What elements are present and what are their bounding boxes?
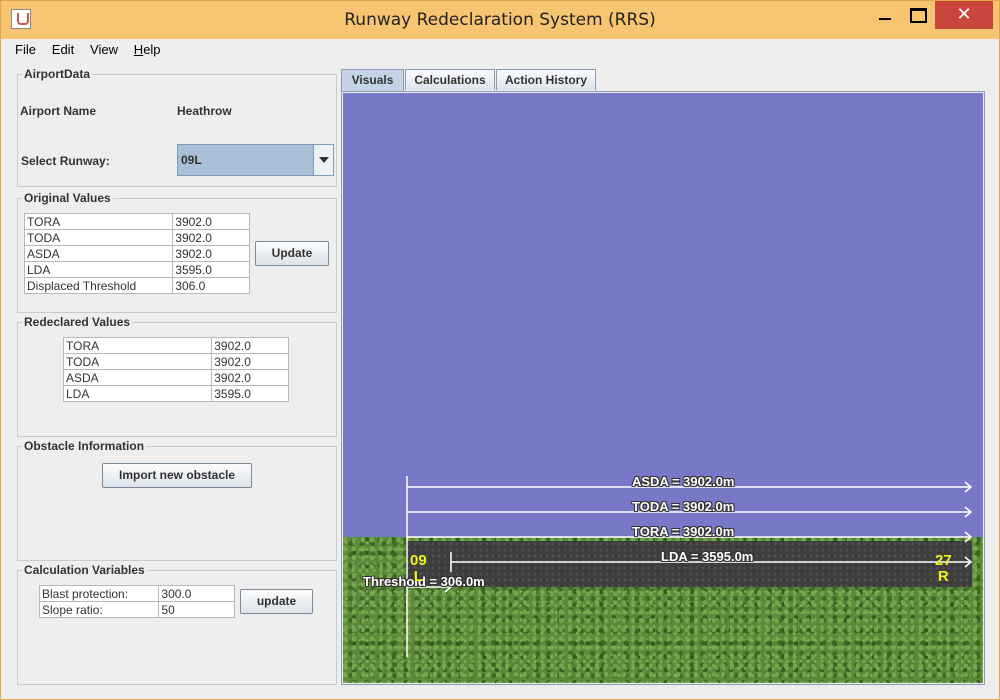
table-row[interactable]: Blast protection: 300.0	[38, 585, 235, 602]
runway-left-number: 09	[410, 552, 427, 569]
original-update-button[interactable]: Update	[255, 241, 329, 266]
table-value[interactable]: 306.0	[172, 277, 250, 294]
table-key: ASDA	[62, 369, 213, 386]
original-values-table: TORA 3902.0 TODA 3902.0 ASDA 3902.0 LDA 3595…	[23, 213, 250, 294]
table-row[interactable]: TODA 3902.0	[62, 353, 289, 370]
runway-canvas[interactable]: ASDA = 3902.0m TODA = 3902.0m TORA = 390…	[343, 93, 983, 683]
airport-data-legend: AirportData	[24, 67, 91, 81]
close-button[interactable]: ✕	[935, 1, 993, 29]
menu-bar: File Edit View Help	[9, 39, 993, 61]
minimize-button[interactable]	[869, 1, 901, 29]
runway-id-right: 27 R	[935, 553, 952, 585]
import-obstacle-button[interactable]: Import new obstacle	[102, 463, 252, 488]
table-key: TORA	[23, 213, 174, 230]
table-row[interactable]: TORA 3902.0	[23, 213, 250, 230]
table-key: Blast protection:	[38, 585, 160, 602]
lda-label: LDA = 3595.0m	[661, 549, 754, 564]
table-key: TORA	[62, 337, 213, 354]
table-row[interactable]: ASDA 3902.0	[62, 369, 289, 386]
table-key: Slope ratio:	[38, 601, 160, 618]
table-row[interactable]: TODA 3902.0	[23, 229, 250, 246]
maximize-button[interactable]	[901, 1, 933, 29]
menu-file[interactable]: File	[9, 39, 42, 60]
runway-right-number: 27	[935, 552, 952, 569]
asda-label: ASDA = 3902.0m	[632, 474, 735, 489]
table-value[interactable]: 3902.0	[211, 369, 289, 386]
table-row[interactable]: Displaced Threshold 306.0	[23, 277, 250, 294]
redeclared-values-table: TORA 3902.0 TODA 3902.0 ASDA 3902.0 LDA 3595…	[62, 337, 289, 402]
calc-variables-panel: Calculation Variables	[17, 563, 337, 685]
distance-arrows	[406, 476, 973, 657]
obstacle-info-panel: Obstacle Information	[17, 439, 337, 561]
table-key: LDA	[62, 385, 213, 402]
table-value[interactable]: 3902.0	[172, 245, 250, 262]
select-runway-label: Select Runway:	[21, 154, 110, 168]
table-key: ASDA	[23, 245, 174, 262]
calc-variables-legend: Calculation Variables	[24, 563, 145, 577]
runway-left-letter: L	[413, 568, 423, 585]
table-key: Displaced Threshold	[23, 277, 174, 294]
runway-right-letter: R	[937, 568, 949, 585]
airport-name-label: Airport Name	[20, 104, 97, 118]
menu-view[interactable]: View	[84, 39, 124, 60]
menu-help[interactable]: Help	[128, 39, 167, 60]
table-row[interactable]: LDA 3595.0	[62, 385, 289, 402]
table-value[interactable]: 3902.0	[172, 229, 250, 246]
calc-update-button[interactable]: update	[240, 589, 313, 614]
client-area: AirportData Airport Name Heathrow Select…	[9, 61, 993, 693]
calc-variables-table: Blast protection: 300.0 Slope ratio: 50	[38, 585, 235, 618]
airport-name-value: Heathrow	[177, 104, 232, 118]
obstacle-info-legend: Obstacle Information	[24, 439, 145, 453]
runway-select-value: 09L	[181, 153, 202, 167]
tab-calculations[interactable]: Calculations	[405, 69, 495, 90]
table-key: TODA	[23, 229, 174, 246]
table-row[interactable]: LDA 3595.0	[23, 261, 250, 278]
original-values-legend: Original Values	[24, 191, 111, 205]
runway-select[interactable]: 09L	[177, 144, 334, 176]
table-value[interactable]: 3902.0	[211, 353, 289, 370]
table-row[interactable]: TORA 3902.0	[62, 337, 289, 354]
runway-id-left: 09 L	[410, 553, 427, 585]
table-value[interactable]: 300.0	[158, 585, 235, 602]
tab-action-history[interactable]: Action History	[496, 69, 596, 90]
title-bar: Runway Redeclaration System (RRS) ✕	[1, 1, 999, 39]
table-row[interactable]: ASDA 3902.0	[23, 245, 250, 262]
table-key: TODA	[62, 353, 213, 370]
table-value[interactable]: 3595.0	[211, 385, 289, 402]
table-value[interactable]: 3902.0	[211, 337, 289, 354]
tab-visuals[interactable]: Visuals	[341, 69, 404, 91]
window-title: Runway Redeclaration System (RRS)	[344, 10, 656, 30]
table-value[interactable]: 3595.0	[172, 261, 250, 278]
redeclared-values-legend: Redeclared Values	[24, 315, 131, 329]
table-row[interactable]: Slope ratio: 50	[38, 601, 235, 618]
menu-edit[interactable]: Edit	[46, 39, 80, 60]
table-key: LDA	[23, 261, 174, 278]
app-window: Runway Redeclaration System (RRS) ✕ File…	[0, 0, 1000, 700]
tora-label: TORA = 3902.0m	[632, 524, 735, 539]
toda-label: TODA = 3902.0m	[632, 499, 735, 514]
table-value[interactable]: 50	[158, 601, 235, 618]
visuals-panel: ASDA = 3902.0m TODA = 3902.0m TORA = 390…	[341, 91, 985, 685]
table-value[interactable]: 3902.0	[172, 213, 250, 230]
chevron-down-icon[interactable]	[313, 145, 333, 175]
